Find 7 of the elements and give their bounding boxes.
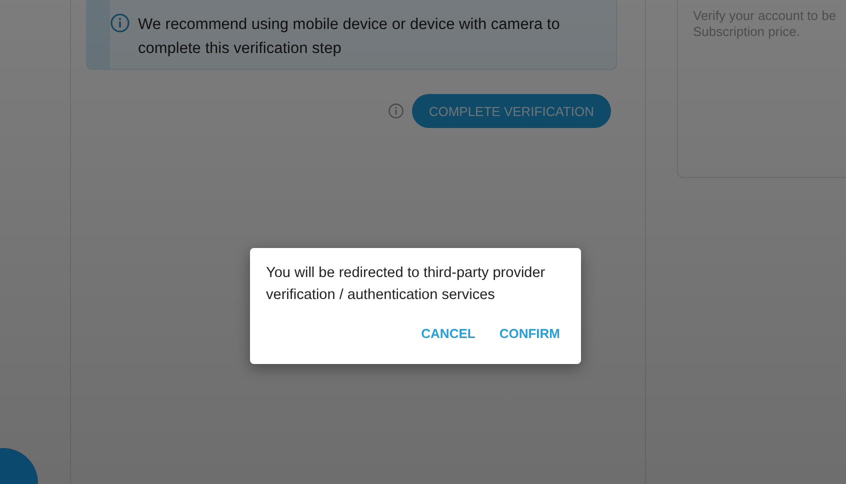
info-icon [110,13,130,33]
alert-text: We recommend using mobile device or device with camera to complete this verification step [138,15,561,59]
info-icon[interactable] [388,103,404,119]
complete-verification-button[interactable]: COMPLETE VERIFICATION [412,94,611,128]
dialog-button[interactable]: CANCEL [416,320,480,347]
dialog-button[interactable]: CONFIRM [494,320,565,347]
dialog-message: You will be redirected to third-party provider verification / authentication services [266,264,546,305]
